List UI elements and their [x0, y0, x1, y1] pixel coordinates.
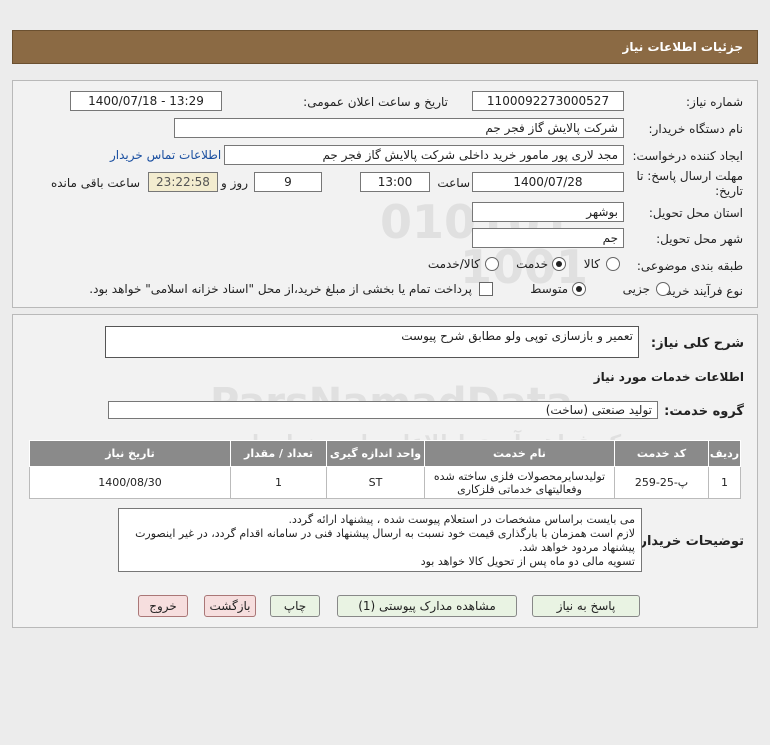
buyer-note-line: تسویه مالی دو ماه پس از تحویل کالا خواهد…	[420, 555, 635, 568]
purchase-partial-label: جزیی	[622, 282, 650, 296]
page-header: جزئیات اطلاعات نیاز	[12, 30, 758, 64]
need-number-field: 1100092273000527	[472, 91, 624, 111]
need-info-panel	[12, 80, 758, 308]
category-service-label: خدمت	[516, 257, 548, 271]
deadline-label-2: تاریخ:	[715, 184, 743, 198]
cell-date: 1400/08/30	[29, 466, 231, 499]
category-goods-service-label: کالا/خدمت	[427, 257, 480, 271]
buyer-org-field: شرکت پالایش گاز فجر جم	[174, 118, 624, 138]
services-table: ردیف کد خدمت نام خدمت واحد اندازه گیری ت…	[29, 440, 741, 499]
services-info-title: اطلاعات خدمات مورد نیاز	[593, 370, 744, 384]
reply-button[interactable]: پاسخ به نیاز	[532, 595, 640, 617]
announce-field: 1400/07/18 - 13:29	[70, 91, 222, 111]
deadline-time-field: 13:00	[360, 172, 430, 192]
treasury-payment-checkbox[interactable]	[479, 282, 493, 296]
buyer-note-line: می بایست براساس مشخصات در استعلام پیوست …	[288, 513, 635, 526]
announce-label: تاریخ و ساعت اعلان عمومی:	[303, 95, 448, 109]
page-title: جزئیات اطلاعات نیاز	[622, 40, 743, 54]
purchase-medium-radio[interactable]	[572, 282, 586, 296]
deadline-time-label: ساعت	[437, 176, 470, 190]
cell-code: پ-25-259	[614, 466, 709, 499]
cell-unit: ST	[326, 466, 425, 499]
province-label: استان محل تحویل:	[648, 206, 743, 220]
col-qty-header: تعداد / مقدار	[230, 440, 327, 467]
category-label: طبقه بندی موضوعی:	[636, 259, 743, 273]
general-desc-label: شرح کلی نیاز:	[650, 336, 744, 351]
purchase-partial-radio[interactable]	[656, 282, 670, 296]
buyer-notes-label: توضیحات خریدار:	[634, 534, 744, 549]
buyer-note-line: لازم است همزمان با بارگذاری قیمت خود نسب…	[135, 527, 635, 554]
need-number-label: شماره نیاز:	[686, 95, 743, 109]
cell-qty: 1	[230, 466, 327, 499]
remaining-time-field: 23:22:58	[148, 172, 218, 192]
category-goods-label: کالا	[583, 257, 600, 271]
table-header-row: ردیف کد خدمت نام خدمت واحد اندازه گیری ت…	[29, 440, 741, 467]
deadline-date-field: 1400/07/28	[472, 172, 624, 192]
buyer-org-label: نام دستگاه خریدار:	[648, 122, 744, 136]
days-field: 9	[254, 172, 322, 192]
general-desc-field: تعمیر و بازسازی توپی ولو مطابق شرح پیوست	[105, 326, 639, 358]
days-label: روز و	[221, 176, 248, 190]
service-group-label: گروه خدمت:	[664, 404, 744, 419]
exit-button[interactable]: خروج	[138, 595, 188, 617]
col-date-header: تاریخ نیاز	[29, 440, 231, 467]
cell-row: 1	[708, 466, 741, 499]
view-attachments-button[interactable]: مشاهده مدارک پیوستی (1)	[337, 595, 517, 617]
city-label: شهر محل تحویل:	[656, 232, 743, 246]
print-button[interactable]: چاپ	[270, 595, 320, 617]
deadline-label-1: مهلت ارسال پاسخ: تا	[636, 169, 743, 183]
purchase-medium-label: متوسط	[530, 282, 568, 296]
purchase-type-label: نوع فرآیند خرید :	[658, 284, 743, 298]
col-code-header: کد خدمت	[614, 440, 709, 467]
col-unit-header: واحد اندازه گیری	[326, 440, 425, 467]
city-field: جم	[472, 228, 624, 248]
category-service-radio[interactable]	[552, 257, 566, 271]
cell-name: تولیدسایرمحصولات فلزی ساخته شده وفعالیته…	[424, 466, 615, 499]
back-button[interactable]: بازگشت	[204, 595, 256, 617]
col-row-header: ردیف	[708, 440, 741, 467]
table-row: 1 پ-25-259 تولیدسایرمحصولات فلزی ساخته ش…	[29, 466, 741, 499]
category-goods-service-radio[interactable]	[485, 257, 499, 271]
service-group-field: تولید صنعتی (ساخت)	[108, 401, 658, 419]
buyer-notes-box: می بایست براساس مشخصات در استعلام پیوست …	[118, 508, 642, 572]
payment-note: پرداخت تمام یا بخشی از مبلغ خرید،از محل …	[89, 282, 472, 296]
category-goods-radio[interactable]	[606, 257, 620, 271]
col-name-header: نام خدمت	[424, 440, 615, 467]
remaining-time-label: ساعت باقی مانده	[50, 176, 140, 190]
contact-buyer-link[interactable]: اطلاعات تماس خریدار	[110, 148, 221, 162]
requester-label: ایجاد کننده درخواست:	[632, 149, 743, 163]
province-field: بوشهر	[472, 202, 624, 222]
requester-field: مجد لاری پور مامور خرید داخلی شرکت پالای…	[224, 145, 624, 165]
